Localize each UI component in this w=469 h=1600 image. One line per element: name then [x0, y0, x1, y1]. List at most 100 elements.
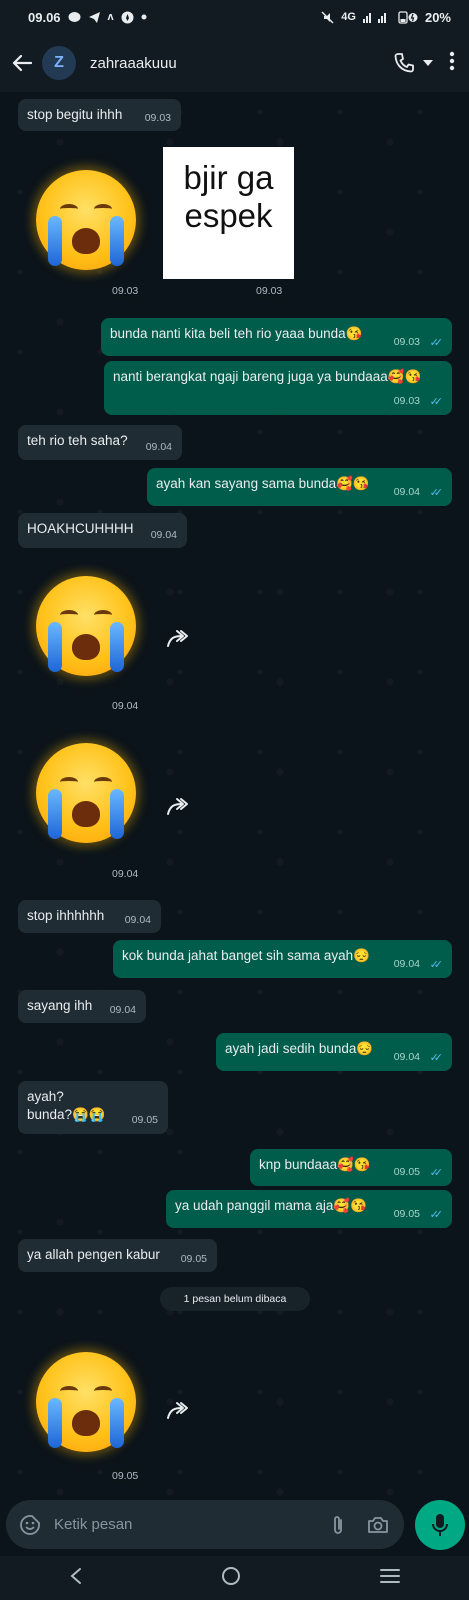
emoji-tear	[110, 622, 124, 672]
message-time: 09.03	[106, 283, 145, 299]
message-composer	[6, 1500, 404, 1549]
emoji-tear	[110, 789, 124, 839]
nav-recents-button[interactable]	[379, 1568, 400, 1589]
message-time: 09.04	[124, 914, 151, 926]
contact-name[interactable]: zahraaakuuu	[90, 55, 393, 72]
read-receipt-icon: ✓✓	[429, 959, 444, 971]
message-text: teh rio teh saha?	[27, 433, 128, 448]
forward-icon[interactable]	[164, 628, 192, 650]
emoji-eye	[94, 610, 112, 620]
message-outgoing[interactable]: ayah jadi sedih bunda😔 09.04 ✓✓	[216, 1033, 452, 1071]
mute-icon	[321, 11, 334, 23]
message-input[interactable]	[54, 1516, 310, 1533]
battery-icon	[398, 10, 418, 24]
message-outgoing[interactable]: ya udah panggil mama aja🥰😘 09.05 ✓✓	[166, 1190, 452, 1228]
message-time: 09.04	[109, 1004, 136, 1016]
sticker-line: espek	[184, 197, 273, 234]
dot-icon	[141, 14, 147, 20]
message-incoming[interactable]: sayang ihh 09.04	[18, 990, 146, 1023]
message-outgoing[interactable]: ayah kan sayang sama bunda🥰😘 09.04 ✓✓	[147, 468, 452, 506]
nav-back-button[interactable]	[69, 1567, 83, 1590]
message-incoming[interactable]: ayah? bunda?😭😭 09.05	[18, 1081, 168, 1134]
crying-emoji-sticker[interactable]	[36, 1352, 136, 1452]
message-text: nanti berangkat ngaji bareng juga ya bun…	[113, 369, 422, 384]
sticker-smiley-icon	[20, 1514, 40, 1535]
read-receipt-icon: ✓✓	[429, 396, 444, 408]
avatar-letter: Z	[54, 54, 64, 71]
emoji-tear	[110, 216, 124, 266]
message-incoming[interactable]: ya allah pengen kabur 09.05	[18, 1239, 217, 1272]
message-outgoing[interactable]: bunda nanti kita beli teh rio yaaa bunda…	[101, 318, 452, 356]
message-outgoing[interactable]: knp bundaaa🥰😘 09.05 ✓✓	[250, 1149, 452, 1186]
message-text: sayang ihh	[27, 998, 93, 1013]
crying-emoji-sticker[interactable]	[36, 576, 136, 676]
camera-button[interactable]	[366, 1513, 390, 1537]
message-time: 09.03	[393, 395, 420, 407]
read-receipt-icon: ✓✓	[429, 1167, 444, 1179]
message-text: ya udah panggil mama aja🥰😘	[175, 1198, 367, 1213]
chat-header: Z zahraaakuuu	[0, 34, 469, 92]
read-receipt-icon: ✓✓	[429, 1209, 444, 1221]
message-incoming[interactable]: stop ihhhhhh 09.04	[18, 900, 161, 933]
dropdown-icon	[423, 60, 433, 66]
nav-recents-icon	[379, 1568, 400, 1583]
nav-home-button[interactable]	[221, 1566, 241, 1591]
message-text: ayah?	[27, 1089, 64, 1104]
message-incoming[interactable]: stop begitu ihhh 09.03	[18, 99, 181, 131]
message-time: 09.04	[106, 866, 145, 882]
nav-home-icon	[222, 1566, 241, 1585]
message-time: 09.04	[393, 958, 420, 970]
message-time: 09.05	[106, 1468, 145, 1484]
crying-emoji-sticker[interactable]	[36, 743, 136, 843]
phone-icon	[394, 53, 414, 73]
network-type: 4G	[341, 11, 356, 23]
back-arrow-icon	[12, 54, 32, 72]
read-receipt-icon: ✓✓	[429, 337, 444, 349]
system-nav-bar	[0, 1556, 469, 1600]
battery-level: 20%	[424, 9, 451, 25]
message-incoming[interactable]: HOAKHCUHHHH 09.04	[18, 513, 187, 548]
message-incoming[interactable]: teh rio teh saha? 09.04	[18, 425, 182, 460]
voice-message-button[interactable]	[415, 1500, 465, 1550]
nav-back-icon	[70, 1567, 82, 1584]
avatar[interactable]: Z	[42, 46, 76, 80]
more-options-button[interactable]	[449, 51, 455, 76]
back-button[interactable]	[8, 49, 36, 77]
emoji-mouth	[72, 634, 100, 660]
text-sticker[interactable]: bjir ga espek	[163, 147, 294, 279]
message-time: 09.04	[393, 1051, 420, 1063]
paperclip-icon	[334, 1515, 342, 1534]
message-time: 09.05	[393, 1208, 420, 1220]
emoji-picker-button[interactable]	[18, 1513, 42, 1537]
emoji-mouth	[72, 801, 100, 827]
emoji-tear	[48, 789, 62, 839]
call-button[interactable]	[393, 52, 433, 74]
forward-icon[interactable]	[164, 1400, 192, 1422]
message-time: 09.04	[393, 486, 420, 498]
attach-button[interactable]	[326, 1513, 350, 1537]
message-text: ya allah pengen kabur	[27, 1247, 160, 1262]
emoji-tear	[110, 1398, 124, 1448]
emoji-tear	[48, 1398, 62, 1448]
read-receipt-icon: ✓✓	[429, 1052, 444, 1064]
chat-bubble-icon	[68, 11, 81, 22]
signal-icon	[362, 13, 386, 23]
crying-emoji-sticker[interactable]	[36, 170, 136, 270]
message-time: 09.05	[393, 1166, 420, 1178]
message-text: bunda nanti kita beli teh rio yaaa bunda…	[110, 326, 363, 341]
microphone-icon	[432, 1514, 448, 1536]
emoji-eye	[60, 1386, 78, 1396]
emoji-eye	[94, 777, 112, 787]
emoji-eye	[94, 204, 112, 214]
message-time: 09.03	[144, 112, 171, 124]
sticker-line: bjir ga	[183, 159, 274, 196]
message-outgoing[interactable]: nanti berangkat ngaji bareng juga ya bun…	[104, 361, 452, 415]
camera-icon	[368, 1516, 388, 1533]
message-time: 09.04	[150, 529, 177, 541]
emoji-tear	[48, 622, 62, 672]
message-time: 09.03	[250, 283, 289, 299]
emoji-eye	[60, 610, 78, 620]
forward-icon[interactable]	[164, 796, 192, 818]
message-outgoing[interactable]: kok bunda jahat banget sih sama ayah😔 09…	[113, 940, 452, 978]
message-text: stop ihhhhhh	[27, 908, 105, 923]
